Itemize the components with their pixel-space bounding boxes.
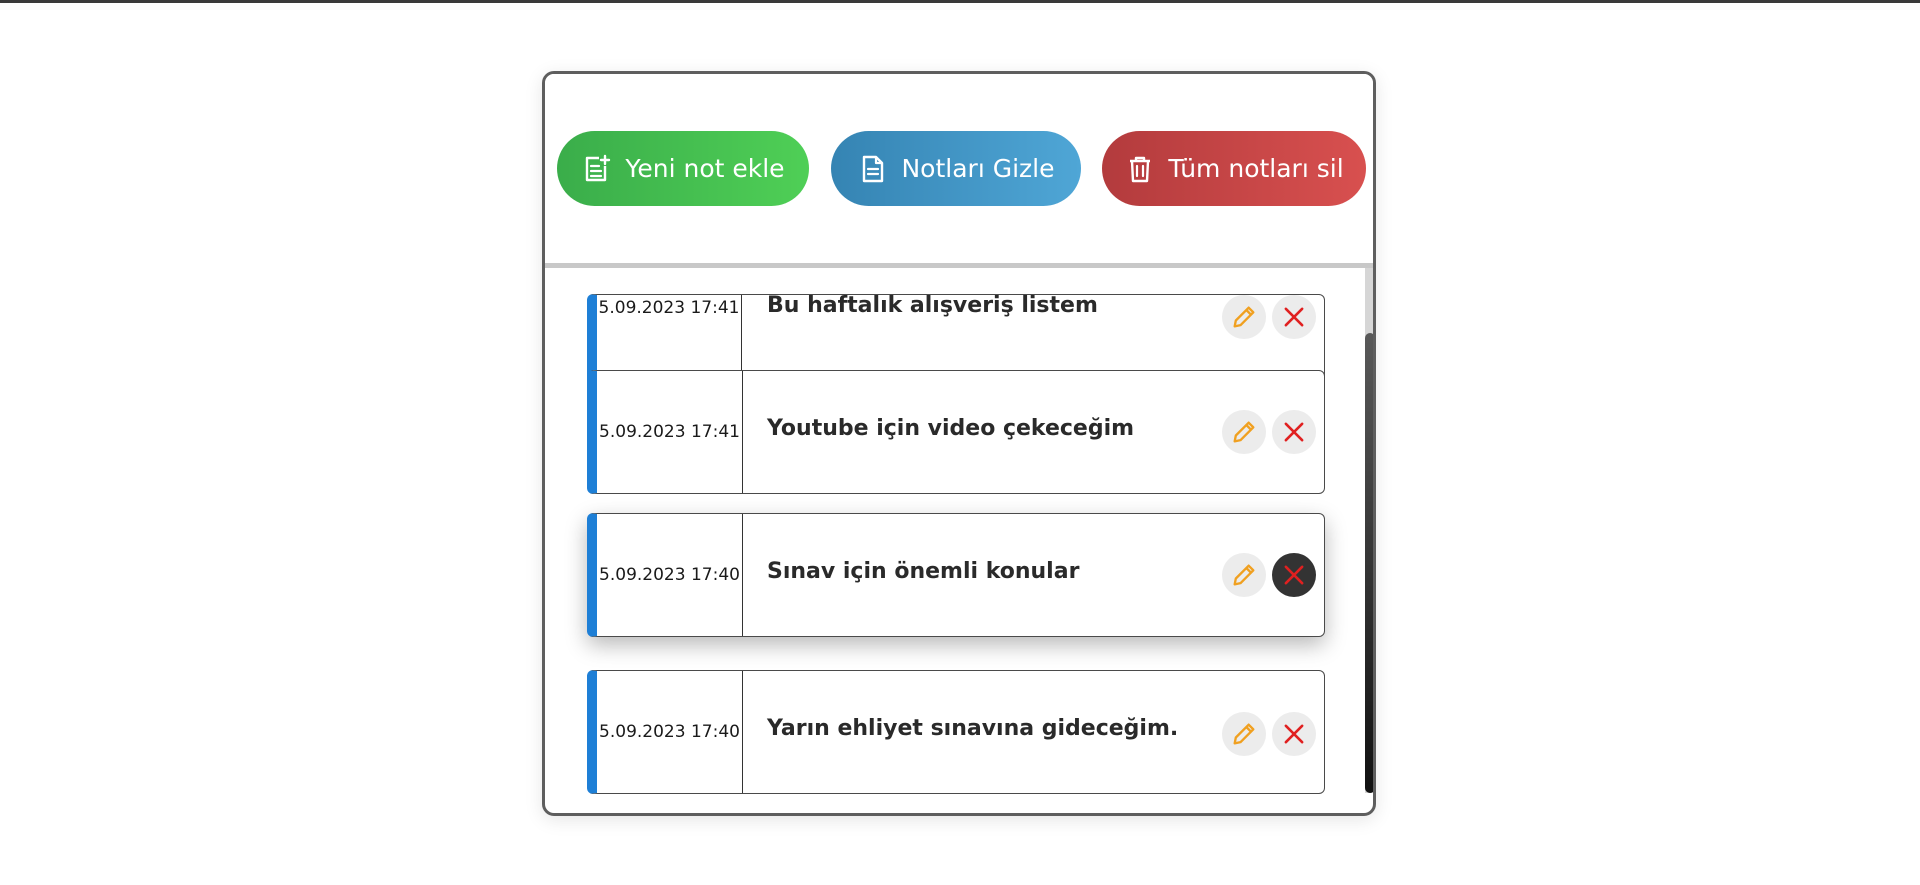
delete-button[interactable] (1272, 295, 1316, 339)
pencil-icon (1233, 564, 1255, 586)
toolbar-divider (545, 263, 1373, 268)
note-date: 5.09.2023 17:41 (597, 371, 743, 493)
delete-all-button[interactable]: Tüm notları sil (1102, 131, 1366, 206)
add-note-label: Yeni not ekle (625, 154, 785, 183)
close-icon (1284, 724, 1304, 744)
note-text: Bu haftalık alışveriş listem (767, 293, 1098, 318)
note-item: 5.09.2023 17:41 Youtube için video çekec… (587, 370, 1325, 494)
note-item: 5.09.2023 17:40 Yarın ehliyet sınavına g… (587, 670, 1325, 794)
notes-app: 5.09.2023 17:41 Bu haftalık alışveriş li… (542, 71, 1376, 816)
pencil-icon (1233, 723, 1255, 745)
note-text: Sınav için önemli konular (767, 559, 1080, 584)
note-date: 5.09.2023 17:40 (597, 514, 743, 636)
edit-button[interactable] (1222, 712, 1266, 756)
add-note-button[interactable]: Yeni not ekle (557, 131, 809, 206)
note-text: Yarın ehliyet sınavına gideceğim. (767, 716, 1179, 741)
close-icon (1284, 307, 1304, 327)
hide-notes-button[interactable]: Notları Gizle (831, 131, 1081, 206)
note-add-icon (586, 154, 611, 181)
edit-button[interactable] (1222, 410, 1266, 454)
delete-button[interactable] (1272, 553, 1316, 597)
note-date: 5.09.2023 17:40 (597, 671, 743, 793)
close-icon (1284, 422, 1304, 442)
document-icon (863, 155, 884, 182)
delete-button[interactable] (1272, 410, 1316, 454)
edit-button[interactable] (1222, 295, 1266, 339)
note-text: Youtube için video çekeceğim (767, 416, 1135, 441)
edit-button[interactable] (1222, 553, 1266, 597)
hide-notes-label: Notları Gizle (901, 154, 1055, 183)
scrollbar-thumb[interactable] (1365, 333, 1373, 793)
close-icon (1284, 565, 1304, 585)
toolbar: Yeni not ekle Notları Gizle Tüm notları … (545, 74, 1373, 264)
trash-icon (1130, 156, 1151, 182)
note-item: 5.09.2023 17:40 Sınav için önemli konula… (587, 513, 1325, 637)
pencil-icon (1233, 306, 1255, 328)
delete-button[interactable] (1272, 712, 1316, 756)
pencil-icon (1233, 421, 1255, 443)
top-border (0, 0, 1920, 3)
delete-all-label: Tüm notları sil (1168, 154, 1344, 183)
